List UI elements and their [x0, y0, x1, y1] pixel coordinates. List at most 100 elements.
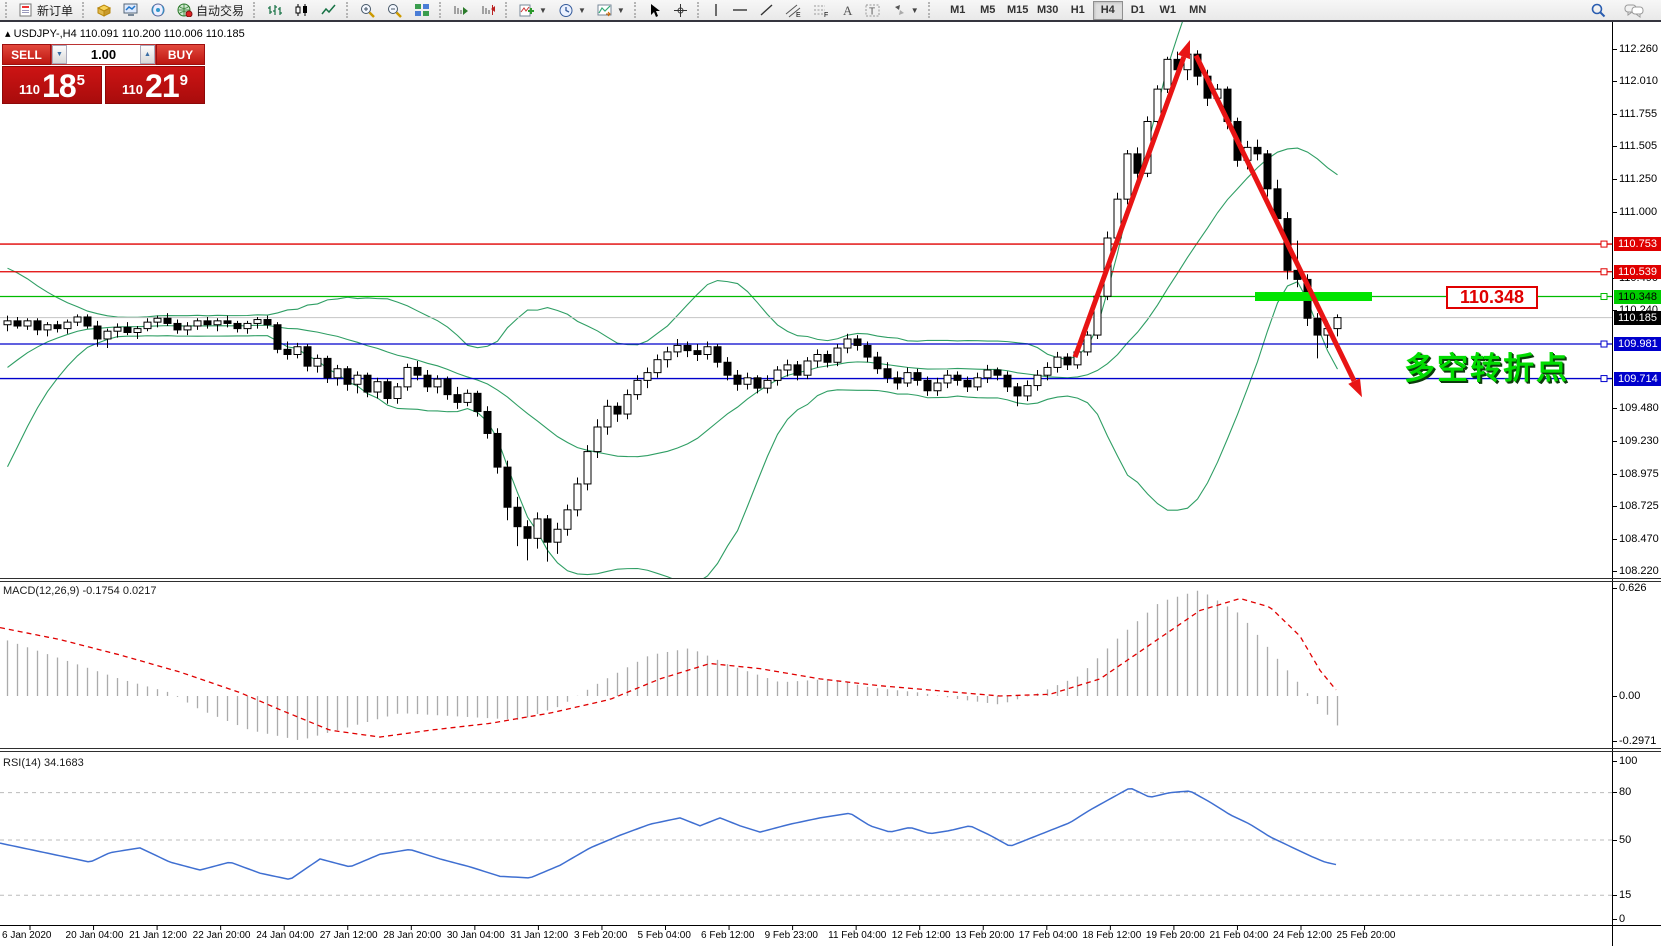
price-axis-tick: 80 [1613, 786, 1661, 799]
trendline-button[interactable] [754, 0, 779, 20]
price-axis-tick: 108.975 [1613, 468, 1661, 481]
fibonacci-button[interactable]: F [808, 0, 835, 20]
time-axis-label: 6 Feb 12:00 [701, 930, 754, 941]
crosshair-button[interactable] [668, 0, 693, 20]
zoom-in-icon [360, 3, 376, 18]
price-axis-tick: 109.480 [1613, 402, 1661, 415]
toolbar-grip [439, 2, 444, 18]
chart-area: ▴ USDJPY-,H4 110.091 110.200 110.006 110… [0, 22, 1612, 946]
toolbar-grip [82, 2, 87, 18]
market-watch-icon [96, 3, 112, 17]
price-level-label: 110.753 [1614, 237, 1661, 251]
templates-button[interactable]: ▼ [592, 0, 630, 20]
price-axis-tick: 0.626 [1613, 582, 1661, 595]
time-axis-label: 19 Feb 20:00 [1146, 930, 1205, 941]
terminal-button[interactable] [118, 0, 144, 20]
toolbar-grip [346, 2, 351, 18]
chevron-down-icon: ▼ [539, 6, 547, 15]
toolbar-grip [5, 2, 10, 18]
sell-price[interactable]: 110185 [2, 66, 102, 104]
chat-button[interactable] [1619, 0, 1649, 20]
bar-chart-icon [267, 3, 283, 17]
market-watch-button[interactable] [91, 0, 117, 20]
chart-shift-button[interactable] [475, 0, 501, 20]
time-axis-label: 20 Jan 04:00 [66, 930, 124, 941]
toolbar-grip [928, 2, 933, 18]
annotation-turning-point[interactable]: 多空转折点 [1404, 343, 1569, 388]
signals-button[interactable] [145, 0, 171, 20]
pane-separator[interactable] [0, 578, 1661, 579]
text-label-button[interactable]: T [860, 0, 886, 20]
main-chart-canvas[interactable] [0, 22, 1612, 946]
time-axis-label: 24 Jan 04:00 [256, 930, 314, 941]
volume-increase-button[interactable]: ▲ [140, 45, 155, 64]
time-axis-label: 11 Feb 04:00 [828, 930, 886, 941]
terminal-icon [123, 3, 139, 17]
price-axis-tick: -0.2971 [1613, 735, 1661, 748]
time-axis-label: 21 Feb 04:00 [1209, 930, 1268, 941]
timeframe-button-h4[interactable]: H4 [1093, 1, 1123, 20]
channel-button[interactable]: E [780, 0, 807, 20]
vertical-line-button[interactable] [706, 0, 726, 20]
price-axis-tick: 112.010 [1613, 75, 1661, 88]
timeframe-button-m30[interactable]: M30 [1033, 1, 1063, 20]
text-button[interactable]: A [836, 0, 859, 20]
sell-price-big: 18 [42, 71, 76, 101]
time-axis-label: 27 Jan 12:00 [320, 930, 378, 941]
timeframe-button-h1[interactable]: H1 [1063, 1, 1093, 20]
svg-text:E: E [796, 12, 801, 18]
annotation-price-tag[interactable]: 110.348 [1446, 286, 1538, 309]
sell-price-sup: 5 [77, 61, 85, 101]
auto-scroll-button[interactable] [448, 0, 474, 20]
one-click-panel: SELL ▼ ▲ BUY 110185 110219 [2, 44, 205, 104]
timeframe-button-mn[interactable]: MN [1183, 1, 1213, 20]
candlestick-chart-button[interactable] [289, 0, 315, 20]
auto-scroll-icon [453, 3, 469, 17]
line-chart-button[interactable] [316, 0, 342, 20]
price-axis[interactable]: 112.260112.010111.755111.505111.250111.0… [1612, 22, 1661, 946]
symbol-collapse-icon[interactable]: ▴ [5, 28, 14, 40]
buy-price-base: 110 [122, 79, 143, 101]
time-axis[interactable]: 6 Jan 202020 Jan 04:0021 Jan 12:0022 Jan… [0, 927, 1612, 946]
auto-trading-button[interactable]: 自动交易 [172, 0, 249, 20]
timeframe-button-m1[interactable]: M1 [943, 1, 973, 20]
channel-icon: E [785, 3, 802, 18]
buy-price[interactable]: 110219 [105, 66, 205, 104]
auto-trading-label: 自动交易 [196, 2, 244, 19]
macd-label: MACD(12,26,9) -0.1754 0.0217 [3, 585, 156, 597]
indicators-button[interactable]: ▼ [514, 0, 552, 20]
periods-icon [558, 3, 574, 18]
toolbar-grip [505, 2, 510, 18]
new-order-icon [19, 3, 34, 17]
price-axis-tick: 111.755 [1613, 108, 1661, 121]
time-axis-label: 3 Feb 20:00 [574, 930, 627, 941]
pane-separator [0, 751, 1661, 752]
horizontal-line-icon [732, 3, 748, 17]
zoom-in-button[interactable] [355, 0, 381, 20]
time-axis-label: 5 Feb 04:00 [638, 930, 691, 941]
price-axis-tick: 50 [1613, 834, 1661, 847]
search-button[interactable] [1585, 0, 1611, 20]
chart-shift-icon [480, 3, 496, 17]
horizontal-line-button[interactable] [727, 0, 753, 20]
zoom-out-button[interactable] [382, 0, 408, 20]
tile-windows-button[interactable] [409, 0, 435, 20]
toolbar-grip [253, 2, 258, 18]
timeframe-group: M1M5M15M30H1H4D1W1MN [943, 1, 1213, 20]
sell-button[interactable]: SELL [2, 44, 51, 65]
pane-separator[interactable] [0, 748, 1661, 749]
timeframe-button-w1[interactable]: W1 [1153, 1, 1183, 20]
timeframe-button-d1[interactable]: D1 [1123, 1, 1153, 20]
periods-button[interactable]: ▼ [553, 0, 591, 20]
volume-decrease-button[interactable]: ▼ [52, 45, 67, 64]
toolbar-grip [697, 2, 702, 18]
new-order-button[interactable]: 新订单 [14, 0, 78, 20]
svg-text:A: A [843, 3, 853, 17]
cursor-button[interactable] [643, 0, 667, 20]
price-axis-tick: 111.505 [1613, 140, 1661, 153]
arrows-button[interactable]: ▼ [887, 0, 924, 20]
time-axis-label: 22 Jan 20:00 [193, 930, 251, 941]
bar-chart-button[interactable] [262, 0, 288, 20]
timeframe-button-m5[interactable]: M5 [973, 1, 1003, 20]
timeframe-button-m15[interactable]: M15 [1003, 1, 1033, 20]
